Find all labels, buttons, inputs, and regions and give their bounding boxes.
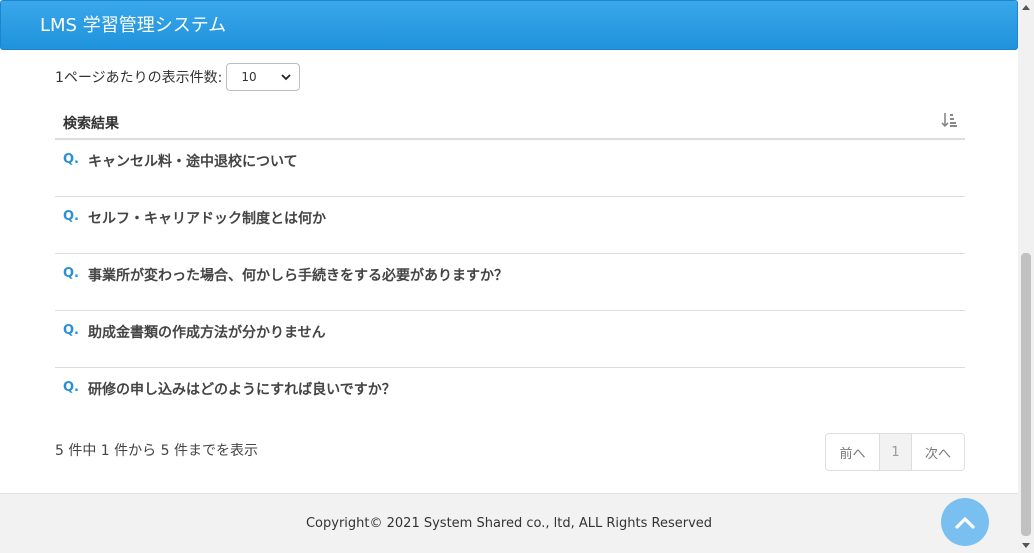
scroll-up-arrow-icon[interactable] <box>1018 0 1034 14</box>
faq-item[interactable]: Q. セルフ・キャリアドック制度とは何か <box>55 197 965 254</box>
scroll-down-arrow-icon[interactable] <box>1018 539 1034 553</box>
prev-page-button[interactable]: 前へ <box>826 434 880 470</box>
faq-item[interactable]: Q. 事業所が変わった場合、何かしら手続きをする必要がありますか？ <box>55 254 965 311</box>
question-marker: Q. <box>63 380 79 395</box>
faq-question[interactable]: 研修の申し込みはどのようにすれば良いですか？ <box>88 379 396 399</box>
question-marker: Q. <box>63 323 79 338</box>
results-summary: 5 件中 1 件から 5 件までを表示 <box>55 443 258 459</box>
faq-question[interactable]: セルフ・キャリアドック制度とは何か <box>88 208 326 228</box>
question-marker: Q. <box>63 266 79 281</box>
pagination: 前へ 1 次へ <box>825 433 965 471</box>
faq-question[interactable]: 助成金書類の作成方法が分かりません <box>88 322 326 342</box>
faq-item[interactable]: Q. 研修の申し込みはどのようにすれば良いですか？ <box>55 368 965 425</box>
per-page-control: 1ページあたりの表示件数: 10 <box>55 63 301 91</box>
app-title: LMS 学習管理システム <box>40 15 227 36</box>
chevron-up-icon <box>955 517 975 529</box>
question-marker: Q. <box>63 209 79 224</box>
faq-question[interactable]: 事業所が変わった場合、何かしら手続きをする必要がありますか？ <box>88 265 508 285</box>
back-to-top-button[interactable] <box>941 498 989 546</box>
faq-item[interactable]: Q. 助成金書類の作成方法が分かりません <box>55 311 965 368</box>
question-marker: Q. <box>63 152 79 167</box>
page-number-button[interactable]: 1 <box>880 434 912 470</box>
app-header: LMS 学習管理システム <box>0 0 1018 50</box>
faq-question[interactable]: キャンセル料・途中退校について <box>88 151 298 171</box>
vertical-scrollbar[interactable] <box>1018 0 1034 553</box>
sort-icon[interactable] <box>941 112 957 128</box>
chevron-down-icon <box>281 74 291 81</box>
next-page-button[interactable]: 次へ <box>912 434 964 470</box>
copyright-text: Copyright© 2021 System Shared co., ltd, … <box>305 516 713 531</box>
footer: Copyright© 2021 System Shared co., ltd, … <box>0 493 1018 553</box>
per-page-select[interactable]: 10 <box>226 63 301 91</box>
scrollbar-thumb[interactable] <box>1021 253 1031 536</box>
per-page-label: 1ページあたりの表示件数: <box>55 70 223 86</box>
per-page-value: 10 <box>241 70 257 84</box>
results-heading: 検索結果 <box>63 116 119 132</box>
faq-list: Q. キャンセル料・途中退校について Q. セルフ・キャリアドック制度とは何か … <box>55 140 965 425</box>
results-header: 検索結果 <box>55 106 965 140</box>
faq-item[interactable]: Q. キャンセル料・途中退校について <box>55 140 965 197</box>
